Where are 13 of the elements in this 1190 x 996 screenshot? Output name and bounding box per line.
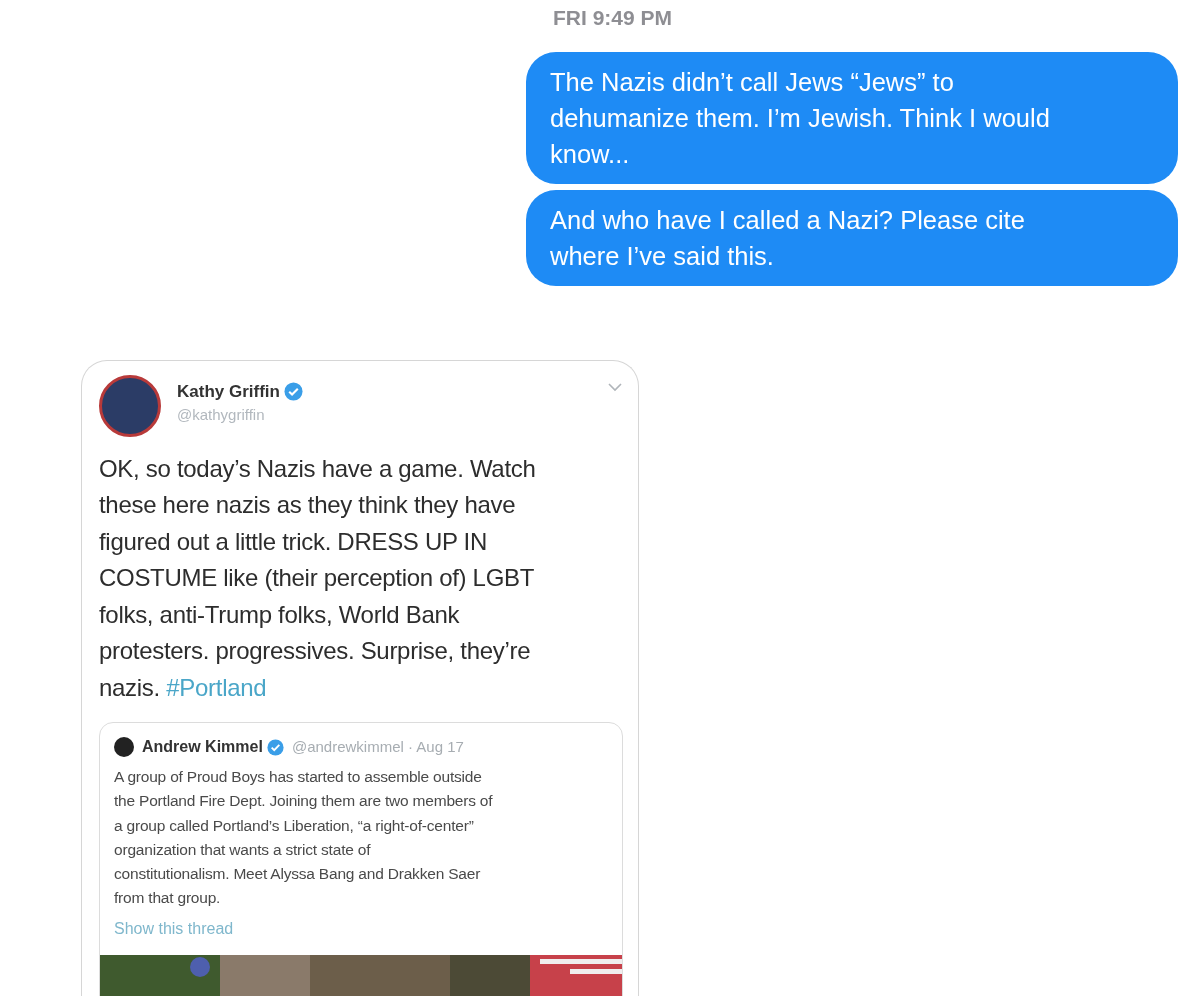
show-thread-link[interactable]: Show this thread	[114, 916, 234, 941]
user-handle: @kathygriffin	[177, 405, 266, 425]
hashtag-link[interactable]: #Portland	[166, 673, 267, 701]
tweet-text: OK, so today’s Nazis have a game. Watch these here nazis as they think they have figured out a little trick. DRESS UP IN COSTUME like (their perception of) LGBT folks, anti-Trump folks, World Bank protesters. progressives. Surprise, they’re nazis. #Portland	[99, 453, 537, 703]
tweet-meta: @andrewkimmel · Aug 17	[291, 736, 464, 757]
message-bubble: And who have I called a Nazi? Please cite where I’ve said this.	[526, 189, 1178, 286]
user-name: Kathy Griffin	[177, 380, 280, 403]
timestamp: FRI 9:49 PM	[552, 5, 673, 31]
chevron-down-icon[interactable]	[608, 382, 622, 392]
avatar	[114, 737, 134, 757]
quoted-text: A group of Proud Boys has started to assemble outside the Portland Fire Dept. Joining them are two members of a group called Portland’s Liberation, “a right-of-center” organization that wants a strict state of constitutionalism. Meet Alyssa Bang and Drakken Saer from that group.	[114, 767, 494, 909]
user-name: Andrew Kimmel	[142, 737, 263, 757]
message-bubble: The Nazis didn’t call Jews “Jews” to dehumanize them. I’m Jewish. Think I would know...	[526, 51, 1178, 184]
